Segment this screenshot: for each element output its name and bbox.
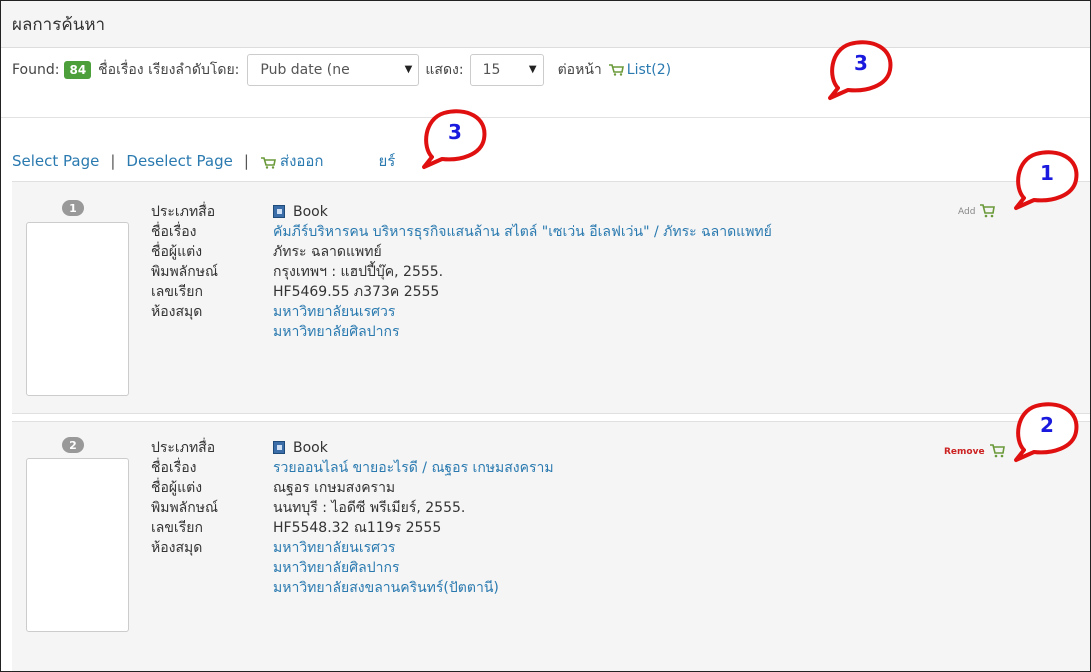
field-label: ประเภทสื่อ	[151, 204, 216, 220]
found-count-badge: 84	[64, 60, 92, 79]
callout-marker: 2	[1012, 400, 1082, 464]
deselect-page-link[interactable]: Deselect Page	[126, 152, 232, 170]
record-call-number: HF5548.32 ณ119ร 2555	[273, 520, 442, 536]
record-call-number: HF5469.55 ภ373ค 2555	[273, 284, 440, 300]
chevron-down-icon: ▼	[528, 64, 537, 75]
cover-thumbnail	[26, 222, 129, 396]
record-author: ภัทระ ฉลาดแพทย์	[273, 244, 382, 260]
separator: |	[243, 152, 249, 170]
cart-icon	[989, 442, 1005, 461]
sort-select-value: Pub date (ne	[260, 61, 350, 78]
cart-icon	[608, 63, 624, 76]
callout-marker: 3	[420, 107, 490, 171]
sort-label: ชื่อเรื่อง เรียงลำดับโดย:	[98, 61, 240, 78]
library-link[interactable]: มหาวิทยาลัยศิลปากร	[273, 558, 399, 578]
record-number-badge: 1	[62, 200, 84, 216]
library-link[interactable]: มหาวิทยาลัยสงขลานครินทร์(ปัตตานี)	[273, 578, 499, 598]
field-label: ห้องสมุด	[151, 540, 203, 556]
result-record: 2 ประเภทสื่อ Book ชื่อเรื่อง รวยออนไลน์ …	[12, 421, 1090, 671]
record-imprint: กรุงเทพฯ : แฮปปี้บุ๊ค, 2555.	[273, 264, 444, 280]
callout-marker: 3	[826, 38, 896, 102]
callout-marker: 1	[1012, 148, 1082, 212]
per-page-select[interactable]: 15 ▼	[469, 53, 544, 86]
library-link[interactable]: มหาวิทยาลัยศิลปากร	[273, 322, 399, 342]
record-imprint: นนทบุรี : ไอดีซี พรีเมียร์, 2555.	[273, 500, 466, 516]
field-label: ประเภทสื่อ	[151, 440, 216, 456]
callout-number: 3	[448, 120, 462, 144]
callout-number: 3	[854, 51, 868, 75]
record-author: ณฐอร เกษมสงคราม	[273, 480, 396, 496]
results-toolbar: Found: 84 ชื่อเรื่อง เรียงลำดับโดย: Pub …	[12, 48, 671, 91]
record-title-link[interactable]: คัมภีร์บริหารคน บริหารธุรกิจแสนล้าน สไตล…	[273, 222, 772, 242]
field-label: ห้องสมุด	[151, 304, 203, 320]
remove-from-list-button[interactable]: Remove	[944, 442, 1005, 461]
add-label: Add	[958, 206, 976, 217]
book-icon	[273, 205, 285, 218]
per-page-suffix: ต่อหน้า	[557, 61, 602, 78]
field-label: เลขเรียก	[151, 520, 203, 536]
page-title: ผลการค้นหา	[12, 14, 106, 35]
library-link[interactable]: มหาวิทยาลัยนเรศวร	[273, 538, 395, 558]
record-fields: ประเภทสื่อ Book ชื่อเรื่อง รวยออนไลน์ ขา…	[151, 438, 554, 598]
callout-number: 1	[1040, 161, 1054, 185]
separator: |	[110, 152, 116, 170]
selection-bar: Select Page | Deselect Page | ส่งออก ยร์	[12, 149, 395, 173]
book-icon	[273, 441, 285, 454]
found-label: Found:	[12, 61, 60, 78]
library-link[interactable]: มหาวิทยาลัยนเรศวร	[273, 302, 395, 322]
record-fields: ประเภทสื่อ Book ชื่อเรื่อง คัมภีร์บริหาร…	[151, 202, 772, 342]
per-page-value: 15	[482, 61, 501, 78]
saved-list-link[interactable]: List(2)	[627, 62, 671, 78]
record-title-link[interactable]: รวยออนไลน์ ขายอะไรดี / ณฐอร เกษมสงคราม	[273, 458, 554, 478]
remove-label: Remove	[944, 446, 985, 457]
field-label: พิมพลักษณ์	[151, 500, 218, 516]
add-to-list-button[interactable]: Add	[958, 202, 996, 221]
field-label: ชื่อเรื่อง	[151, 460, 197, 476]
cart-icon	[260, 155, 276, 169]
field-label: ชื่อผู้แต่ง	[151, 480, 203, 496]
search-results-panel: ผลการค้นหา Found: 84 ชื่อเรื่อง เรียงลำด…	[0, 0, 1091, 672]
field-label: ชื่อเรื่อง	[151, 224, 197, 240]
chevron-down-icon: ▼	[404, 64, 413, 75]
divider	[1, 117, 1090, 118]
field-label: ชื่อผู้แต่ง	[151, 244, 203, 260]
show-label: แสดง:	[425, 61, 464, 78]
callout-number: 2	[1040, 413, 1054, 437]
export-link-tail[interactable]: ยร์	[379, 149, 396, 173]
media-type: Book	[293, 440, 328, 456]
record-number-badge: 2	[62, 437, 84, 453]
result-record: 1 ประเภทสื่อ Book ชื่อเรื่อง คัมภีร์บริห…	[12, 181, 1090, 414]
field-label: เลขเรียก	[151, 284, 203, 300]
results-header: ผลการค้นหา	[1, 1, 1090, 48]
sort-select[interactable]: Pub date (ne ▼	[247, 53, 420, 86]
cover-thumbnail	[26, 458, 129, 632]
export-link[interactable]: ส่งออก	[280, 149, 324, 173]
cart-icon	[979, 202, 996, 221]
select-page-link[interactable]: Select Page	[12, 152, 99, 170]
media-type: Book	[293, 204, 328, 220]
field-label: พิมพลักษณ์	[151, 264, 218, 280]
